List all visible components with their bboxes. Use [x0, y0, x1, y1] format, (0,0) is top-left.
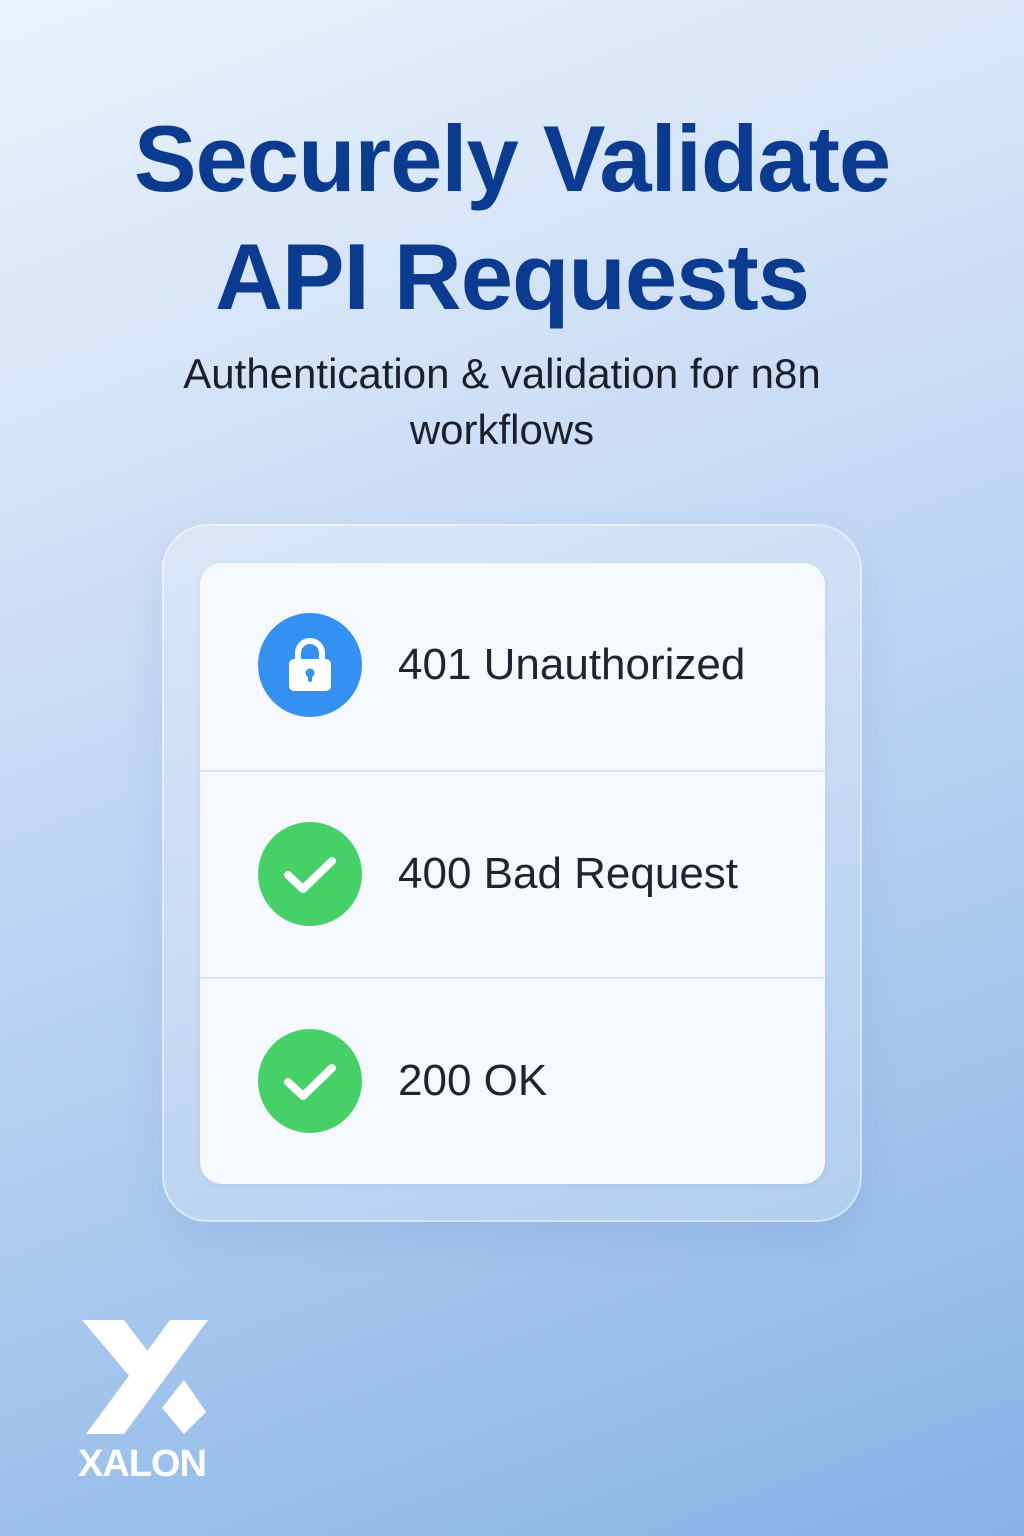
- status-label: 400 Bad Request: [398, 849, 739, 898]
- title-line-1: Securely Validate: [133, 106, 891, 211]
- check-icon: [258, 822, 362, 926]
- title-line-2: API Requests: [215, 224, 810, 329]
- status-row-bad-request: 400 Bad Request: [200, 770, 825, 977]
- x-logo-icon: [78, 1318, 212, 1438]
- brand-name: XALON: [78, 1443, 207, 1485]
- status-card: 401 Unauthorized 400 Bad Request 200 OK: [200, 563, 825, 1184]
- status-label: 200 OK: [398, 1056, 548, 1105]
- status-label: 401 Unauthorized: [398, 640, 746, 689]
- status-row-ok: 200 OK: [200, 977, 825, 1184]
- check-icon: [258, 1029, 362, 1133]
- status-row-unauthorized: 401 Unauthorized: [200, 563, 825, 770]
- subtitle: Authentication & validation for n8n work…: [183, 350, 821, 453]
- page-title: Securely Validate API Requests: [0, 100, 1024, 336]
- lock-icon: [258, 613, 362, 717]
